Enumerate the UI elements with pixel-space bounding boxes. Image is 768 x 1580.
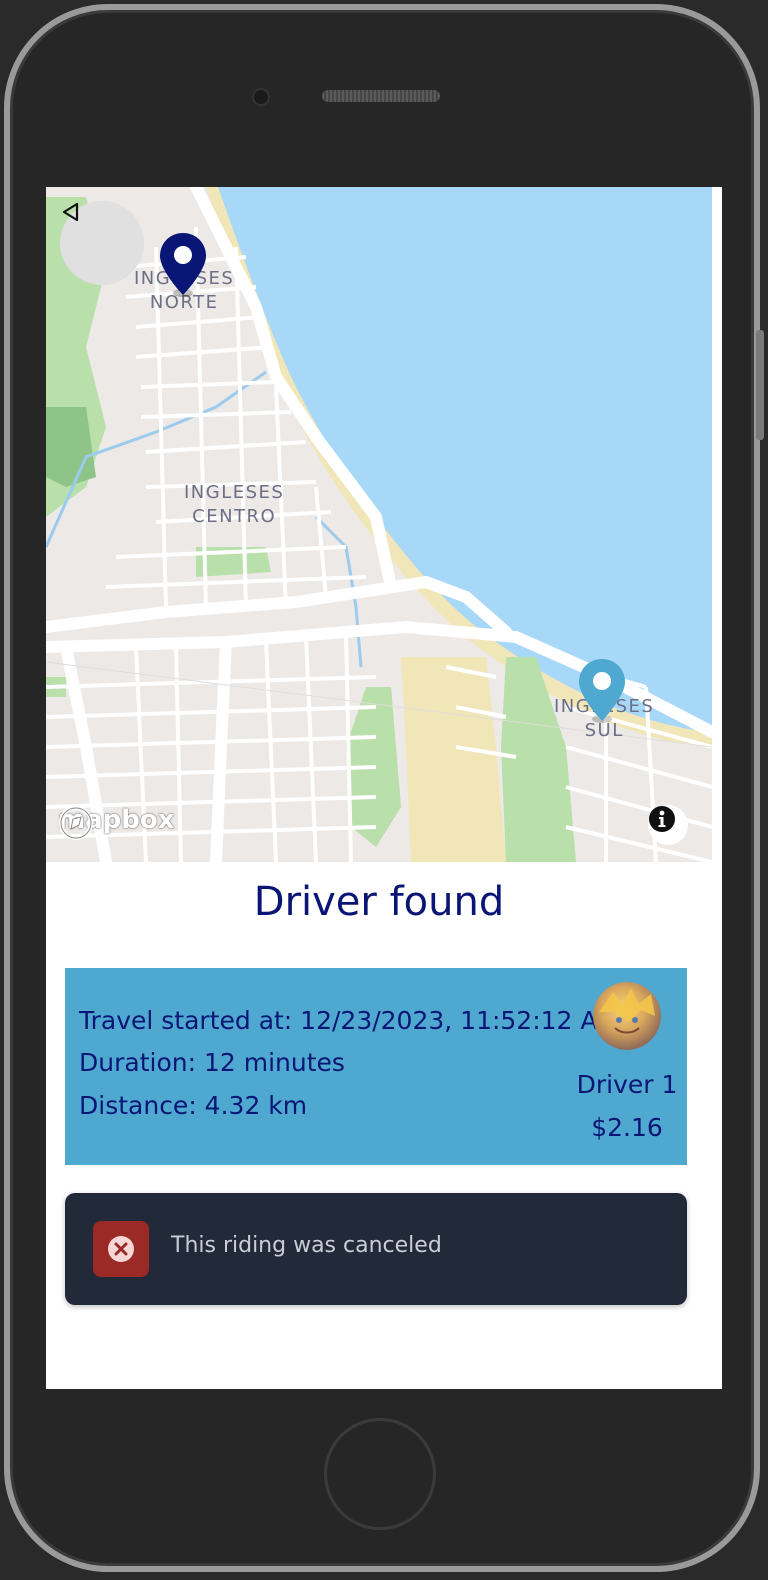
canceled-ride-toast: This riding was canceled — [65, 1193, 687, 1305]
driver-avatar — [593, 982, 661, 1050]
speaker-grille — [322, 90, 440, 102]
info-icon — [649, 806, 675, 832]
trip-start-time: Travel started at: 12/23/2023, 11:52:12 … — [79, 1006, 620, 1035]
ride-price: $2.16 — [591, 1113, 663, 1142]
error-badge — [93, 1221, 149, 1277]
trip-details-card: Travel started at: 12/23/2023, 11:52:12 … — [65, 968, 687, 1165]
app-screen: INGLESESNORTE INGLESESCENTRO INGLESESSUL — [46, 187, 722, 1389]
map-label-ingleses-centro: INGLESES CENTRO — [184, 482, 285, 527]
error-x-icon — [108, 1236, 134, 1262]
attribution-info-button[interactable] — [648, 805, 688, 845]
trip-duration: Duration: 12 minutes — [79, 1048, 345, 1077]
toast-message: This riding was canceled — [171, 1233, 442, 1258]
mapbox-logo[interactable]: mapbox — [58, 805, 175, 840]
trip-distance: Distance: 4.32 km — [79, 1091, 308, 1120]
mapbox-mark-icon — [59, 806, 93, 840]
back-button[interactable] — [60, 201, 144, 285]
driver-name: Driver 1 — [576, 1070, 678, 1099]
page-title: Driver found — [253, 879, 505, 925]
front-camera — [252, 88, 270, 106]
home-button[interactable] — [324, 1418, 436, 1530]
map-view[interactable]: INGLESESNORTE INGLESESCENTRO INGLESESSUL — [46, 187, 712, 862]
side-button — [756, 330, 764, 440]
